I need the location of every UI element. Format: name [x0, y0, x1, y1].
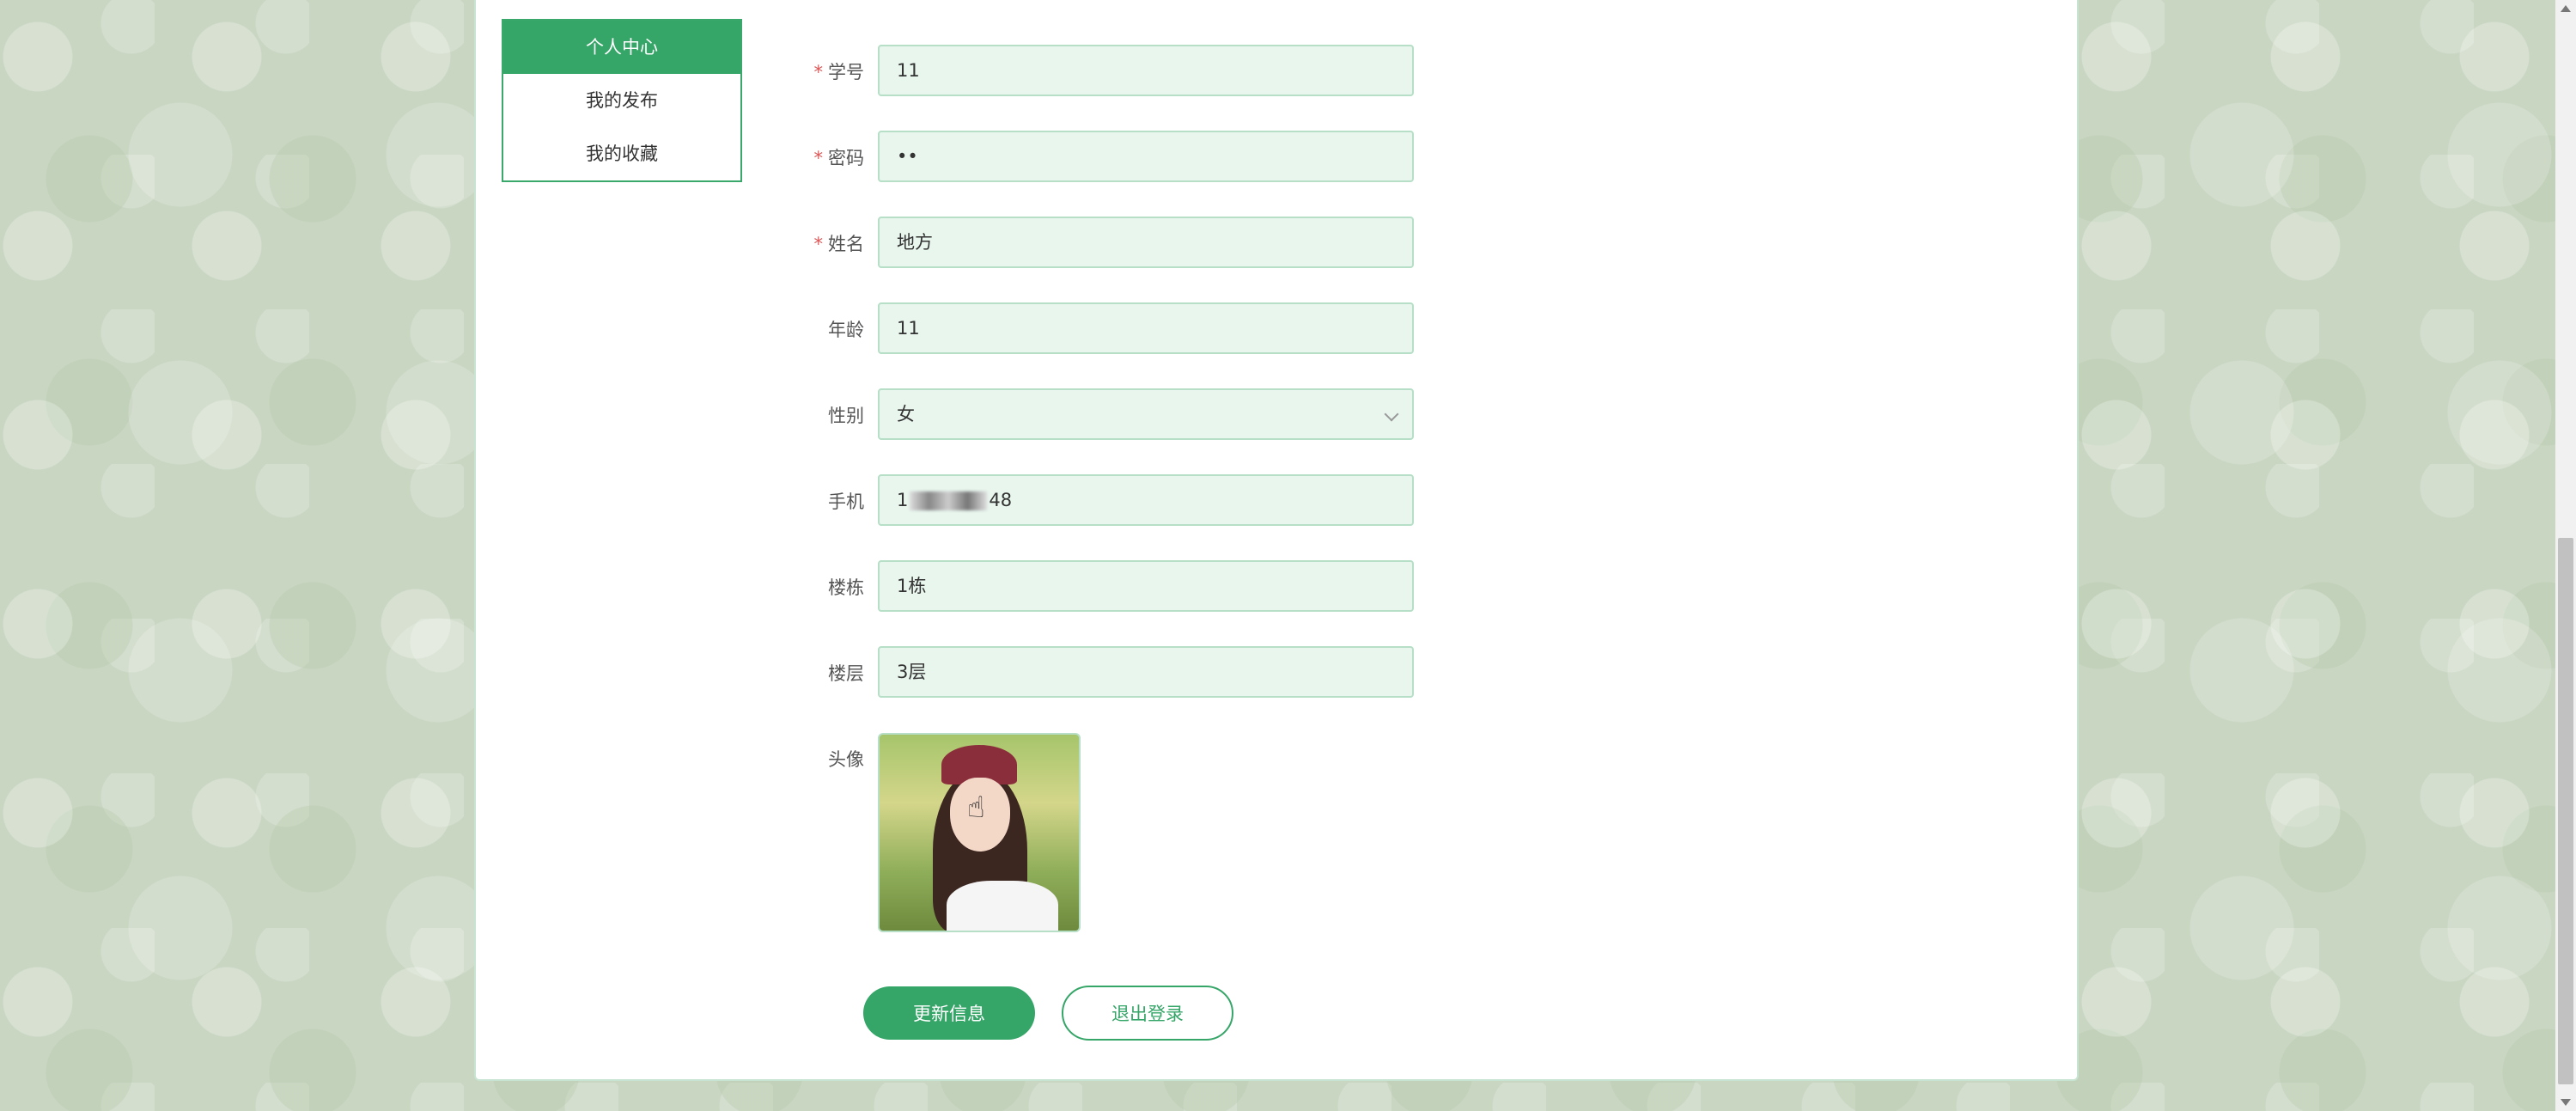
- menu-item-my-posts[interactable]: 我的发布: [503, 74, 740, 127]
- scroll-thumb[interactable]: [2558, 538, 2573, 1084]
- phone-row: 手机 1 48: [773, 474, 1417, 529]
- menu-item-my-favorites[interactable]: 我的收藏: [503, 127, 740, 180]
- age-row: 年龄 11: [773, 302, 1417, 357]
- gender-label: 性别: [828, 406, 864, 426]
- student-id-label: * 学号: [813, 62, 865, 82]
- password-input[interactable]: ••: [878, 131, 1414, 182]
- scroll-down-icon[interactable]: [2561, 1099, 2571, 1106]
- avatar-upload[interactable]: [878, 733, 1081, 932]
- gender-value: 女: [897, 404, 915, 424]
- avatar-row: 头像: [773, 732, 1417, 787]
- phone-label: 手机: [828, 491, 864, 512]
- name-row: * 姓名 地方: [773, 217, 1417, 272]
- phone-prefix: 1: [897, 490, 909, 510]
- age-input[interactable]: 11: [878, 302, 1414, 354]
- student-id-input[interactable]: 11: [878, 45, 1414, 96]
- hand-pointer-icon: ☝: [967, 791, 985, 825]
- name-input[interactable]: 地方: [878, 217, 1414, 268]
- password-row: * 密码 ••: [773, 131, 1417, 186]
- phone-input[interactable]: 1 48: [878, 474, 1414, 526]
- floor-label: 楼层: [828, 663, 864, 684]
- building-row: 楼栋 1栋: [773, 560, 1417, 615]
- name-label: * 姓名: [813, 234, 865, 254]
- phone-masked: [910, 491, 988, 510]
- side-menu: 个人中心 我的发布 我的收藏: [502, 19, 742, 182]
- logout-button[interactable]: 退出登录: [1062, 986, 1233, 1041]
- vertical-scrollbar[interactable]: [2555, 0, 2576, 1111]
- update-info-button[interactable]: 更新信息: [863, 986, 1035, 1040]
- floor-row: 楼层 3层: [773, 646, 1417, 701]
- building-label: 楼栋: [828, 577, 864, 598]
- gender-row: 性别 女: [773, 388, 1417, 443]
- scroll-up-icon[interactable]: [2561, 5, 2571, 12]
- student-id-row: * 学号 11: [773, 45, 1417, 100]
- floor-input[interactable]: 3层: [878, 646, 1414, 698]
- avatar-shirt-shape: [947, 881, 1058, 931]
- gender-select[interactable]: 女: [878, 388, 1414, 440]
- age-label: 年龄: [828, 320, 864, 340]
- chevron-down-icon[interactable]: [1384, 406, 1399, 422]
- avatar-label: 头像: [828, 749, 864, 770]
- building-input[interactable]: 1栋: [878, 560, 1414, 612]
- phone-suffix: 48: [989, 490, 1013, 510]
- menu-item-personal-center[interactable]: 个人中心: [503, 21, 740, 74]
- password-label: * 密码: [813, 148, 865, 168]
